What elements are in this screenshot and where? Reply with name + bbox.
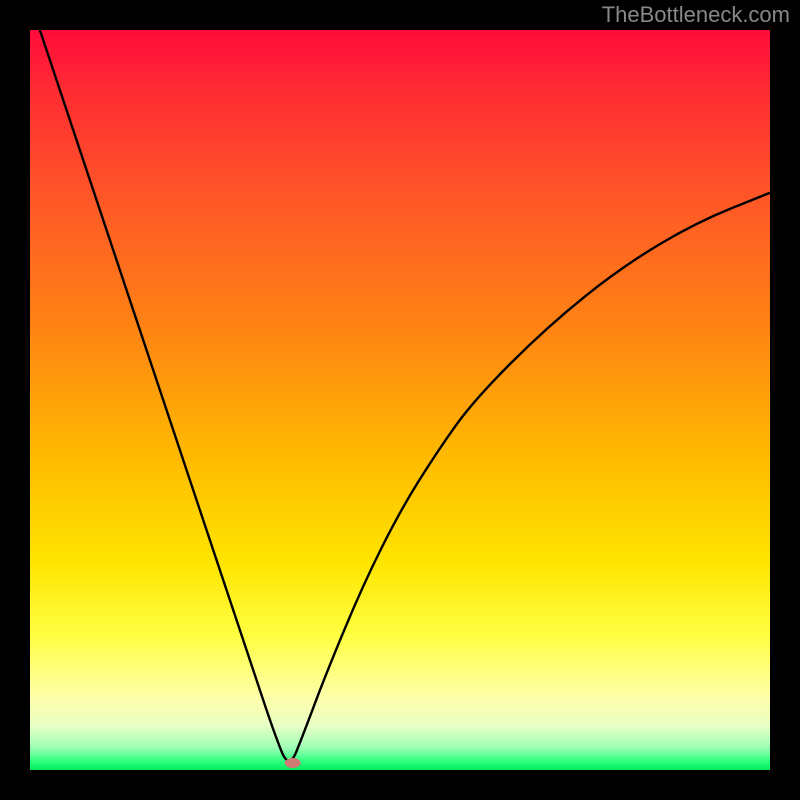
plot-area [30, 30, 770, 770]
minimum-marker [285, 758, 301, 768]
watermark-text: TheBottleneck.com [602, 2, 790, 28]
curve-svg [30, 30, 770, 770]
chart-container: TheBottleneck.com [0, 0, 800, 800]
bottleneck-curve-path [30, 30, 770, 761]
